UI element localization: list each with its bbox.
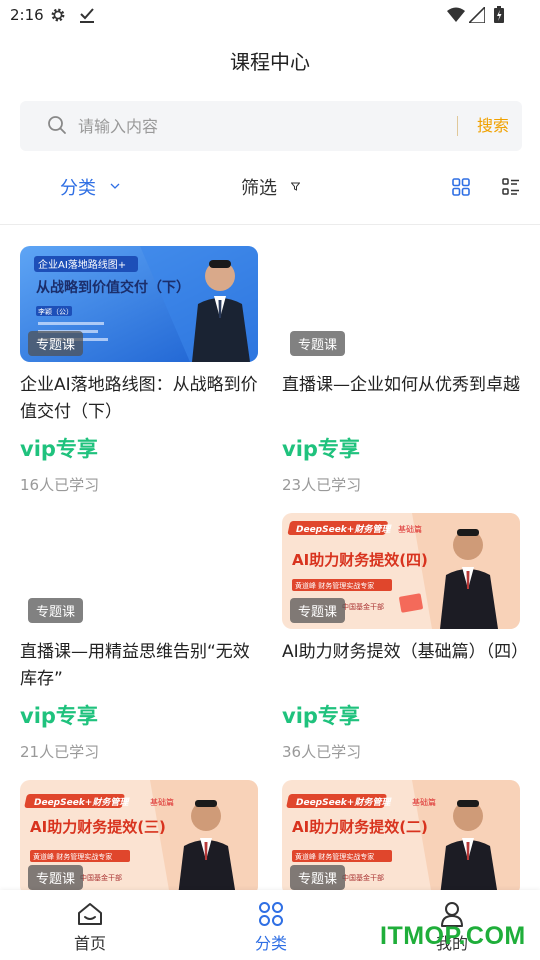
search-divider — [457, 116, 458, 136]
filter-funnel-icon[interactable] — [291, 182, 300, 191]
course-title[interactable]: 直播课—用精益思维告别“无效库存” — [20, 639, 258, 693]
course-card[interactable]: 专题课 直播课—用精益思维告别“无效库存” vip专享 21人已学习 — [20, 513, 258, 762]
cover-headline: AI助力财务提效(三) — [30, 818, 166, 836]
cover-org: 中国基金干部 — [342, 602, 384, 611]
nav-category[interactable]: 分类 — [211, 890, 331, 960]
search-button[interactable]: 搜索 — [466, 101, 520, 151]
battery-icon — [494, 6, 504, 23]
course-type-badge: 专题课 — [28, 331, 84, 356]
settings-icon — [51, 8, 65, 22]
search-input[interactable] — [78, 101, 448, 151]
course-title[interactable]: AI助力财务提效（基础篇）（四） — [282, 639, 528, 693]
course-learners: 21人已学习 — [20, 743, 100, 761]
course-learners: 23人已学习 — [282, 476, 362, 494]
course-thumbnail[interactable]: 专题课 — [282, 246, 520, 362]
course-card[interactable]: DeepSeek+财务管理 基础篇 AI助力财务提效(三) 黄道峰 财务管理实战… — [20, 780, 258, 896]
cover-org: 中国基金干部 — [342, 873, 384, 882]
cover-sub: 基础篇 — [150, 797, 174, 807]
cover-tag: DeepSeek+财务管理 — [296, 797, 392, 808]
course-card[interactable]: DeepSeek+财务管理 基础篇 AI助力财务提效(四) 黄道峰 财务管理实战… — [282, 513, 528, 762]
cover-sub: 基础篇 — [412, 797, 436, 807]
cover-headline: AI助力财务提效(四) — [292, 551, 428, 569]
download-icon — [80, 8, 94, 23]
course-title[interactable]: 企业AI落地路线图：从战略到价值交付（下） — [20, 372, 258, 426]
category-filter[interactable]: 分类 — [60, 174, 96, 200]
course-price: vip专享 — [282, 704, 360, 728]
course-thumbnail[interactable]: 企业AI落地路线图+ 从战略到价值交付（下） 李颖（公） 专题课 — [20, 246, 258, 362]
watermark-logo: ITMOP.COM — [380, 922, 526, 950]
course-learners: 36人已学习 — [282, 743, 362, 761]
cover-name: 黄道峰 财务管理实战专家 — [295, 581, 374, 590]
cover-name: 黄道峰 财务管理实战专家 — [295, 852, 374, 861]
course-type-badge: 专题课 — [290, 865, 346, 890]
nav-home[interactable]: 首页 — [30, 890, 150, 960]
course-type-badge: 专题课 — [290, 331, 346, 356]
cover-tag: DeepSeek+财务管理 — [34, 797, 130, 808]
course-title[interactable]: 直播课—企业如何从优秀到卓越 — [282, 372, 520, 426]
wifi-icon — [447, 7, 465, 22]
filter-bar: 分类 筛选 — [0, 164, 540, 208]
course-learners: 16人已学习 — [20, 476, 100, 494]
category-icon — [259, 902, 283, 926]
header-divider — [0, 224, 540, 225]
course-thumbnail[interactable]: DeepSeek+财务管理 基础篇 AI助力财务提效(四) 黄道峰 财务管理实战… — [282, 513, 520, 629]
course-price: vip专享 — [20, 704, 98, 728]
home-icon — [78, 903, 102, 925]
cover-headline: AI助力财务提效(二) — [292, 818, 428, 836]
chevron-down-icon[interactable] — [110, 182, 120, 190]
course-thumbnail[interactable]: DeepSeek+财务管理 基础篇 AI助力财务提效(二) 黄道峰 财务管理实战… — [282, 780, 520, 896]
course-price: vip专享 — [282, 437, 360, 461]
nav-home-label: 首页 — [73, 934, 106, 953]
course-card[interactable]: DeepSeek+财务管理 基础篇 AI助力财务提效(二) 黄道峰 财务管理实战… — [282, 780, 520, 896]
course-card[interactable]: 企业AI落地路线图+ 从战略到价值交付（下） 李颖（公） 专题课 企业AI落地路… — [20, 246, 258, 495]
course-card[interactable]: 专题课 直播课—企业如何从优秀到卓越 vip专享 23人已学习 — [282, 246, 520, 495]
course-price: vip专享 — [20, 437, 98, 461]
course-type-badge: 专题课 — [290, 598, 346, 623]
cover-headline: 从战略到价值交付（下） — [36, 279, 190, 296]
cover-tag: DeepSeek+财务管理 — [296, 524, 392, 535]
status-bar: 2:16 — [0, 0, 540, 32]
cover-org: 中国基金干部 — [80, 873, 122, 882]
page-title: 课程中心 — [230, 50, 310, 74]
cover-name: 李颖（公） — [38, 307, 73, 316]
cover-sub: 基础篇 — [398, 524, 422, 534]
cover-name: 黄道峰 财务管理实战专家 — [33, 852, 112, 861]
course-type-badge: 专题课 — [28, 598, 84, 623]
status-time: 2:16 — [10, 6, 44, 24]
signal-icon — [469, 7, 485, 23]
cover-tag: 企业AI落地路线图+ — [38, 258, 126, 271]
screen-filter[interactable]: 筛选 — [241, 174, 277, 200]
nav-category-label: 分类 — [254, 934, 287, 953]
grid-view-icon[interactable] — [452, 178, 470, 196]
list-view-icon[interactable] — [502, 178, 520, 196]
course-thumbnail[interactable]: 专题课 — [20, 513, 258, 629]
course-thumbnail[interactable]: DeepSeek+财务管理 基础篇 AI助力财务提效(三) 黄道峰 财务管理实战… — [20, 780, 258, 896]
search-icon — [48, 116, 66, 134]
search-bar: 搜索 — [20, 101, 522, 151]
course-type-badge: 专题课 — [28, 865, 84, 890]
